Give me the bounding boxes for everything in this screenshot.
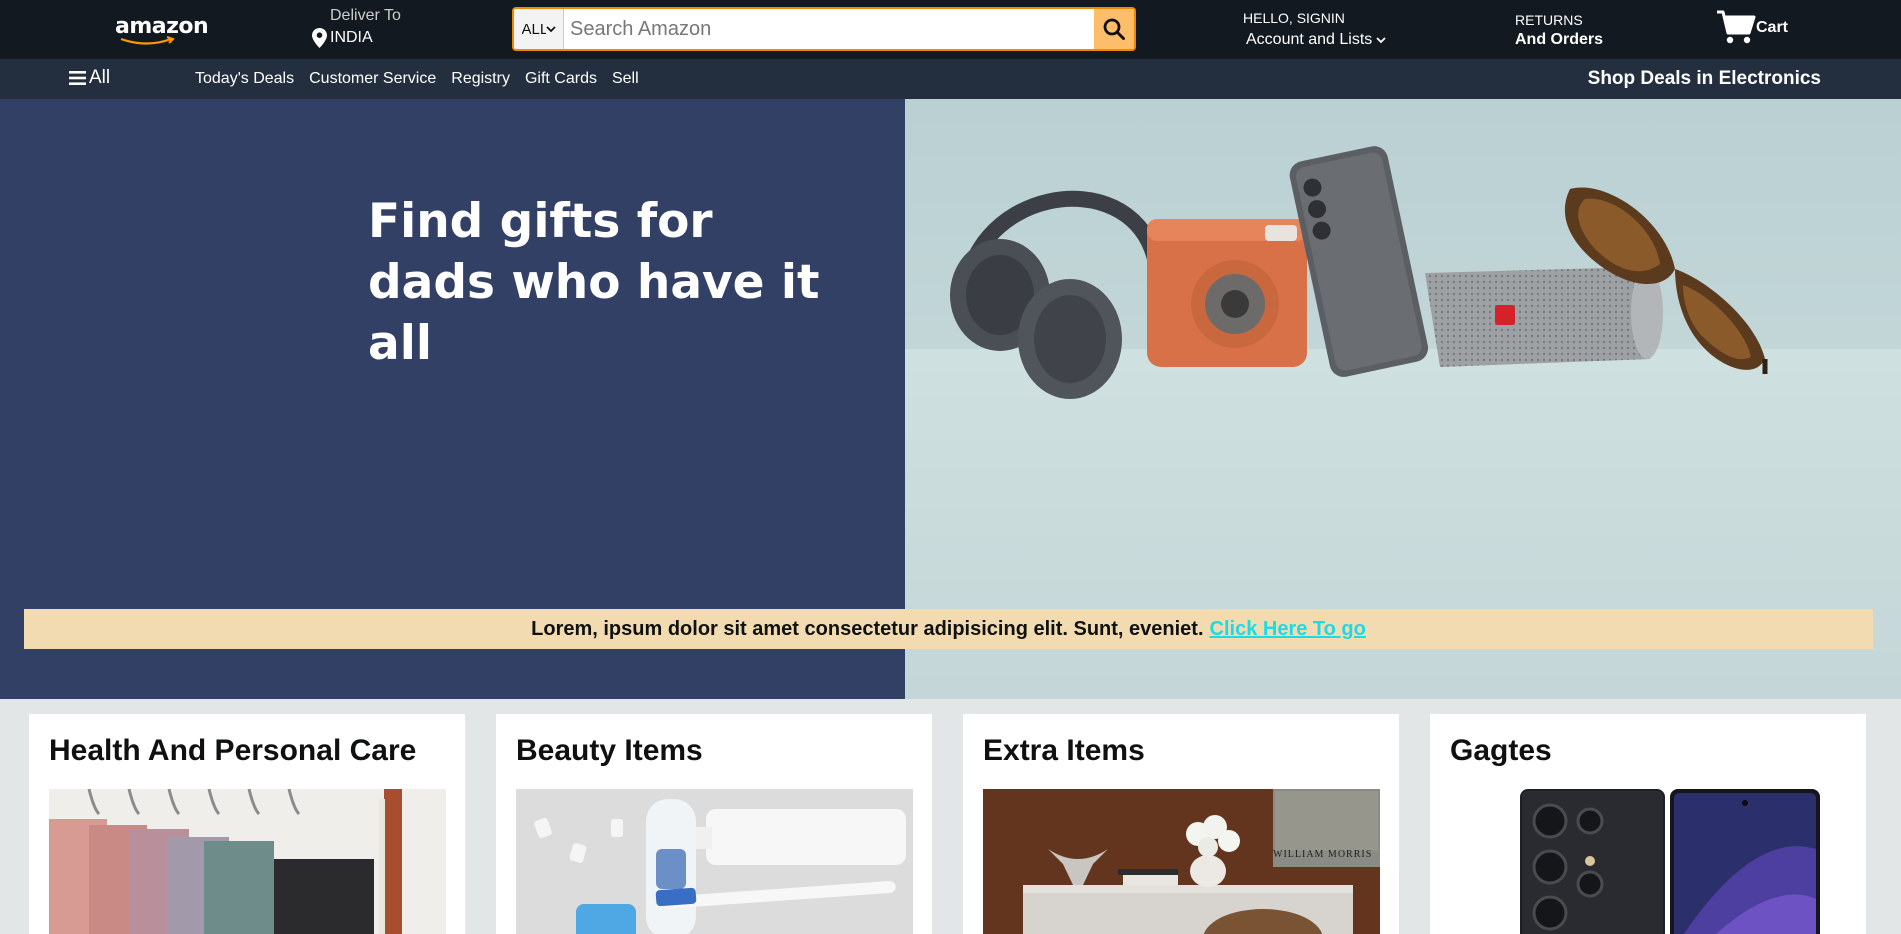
hero-title: Find gifts for dads who have it all	[368, 191, 868, 374]
search-icon	[1103, 18, 1125, 40]
chevron-down-icon	[1376, 37, 1386, 44]
promo-banner-link[interactable]: Click Here To go	[1210, 618, 1366, 641]
promo-banner-text: Lorem, ipsum dolor sit amet consectetur …	[531, 617, 1204, 640]
card-title: Beauty Items	[516, 734, 703, 767]
category-cards: Health And Personal Care Beauty Items Ex…	[29, 714, 1872, 934]
card-title: Health And Personal Care	[49, 734, 417, 767]
card-image-home-decor[interactable]: WILLIAM MORRIS	[983, 789, 1380, 934]
card-title: Extra Items	[983, 734, 1145, 767]
category-card[interactable]: Beauty Items	[496, 714, 932, 934]
search-button[interactable]	[1094, 9, 1134, 49]
all-menu-label: All	[89, 67, 111, 88]
speaker-icon	[1425, 267, 1663, 367]
returns-orders[interactable]: RETURNS And Orders	[1515, 12, 1603, 49]
subnav-links: Today's Deals Customer Service Registry …	[195, 70, 654, 88]
card-image-phone[interactable]	[1450, 789, 1847, 934]
card-title: Gagtes	[1450, 734, 1552, 767]
sub-nav: All Today's Deals Customer Service Regis…	[0, 59, 1901, 99]
hamburger-icon	[69, 71, 86, 85]
beauty-illustration	[516, 789, 913, 934]
wallets-illustration	[49, 789, 446, 934]
card-image-wallets[interactable]	[49, 789, 446, 934]
subnav-promo-link[interactable]: Shop Deals in Electronics	[1588, 68, 1821, 90]
subnav-link-registry[interactable]: Registry	[451, 70, 510, 88]
cart-label: Cart	[1756, 19, 1789, 36]
deliver-location: INDIA	[330, 29, 373, 46]
hero-title-line2: dads who have it all	[368, 255, 820, 371]
promo-banner: Lorem, ipsum dolor sit amet consectetur …	[24, 609, 1873, 649]
category-card[interactable]: Health And Personal Care	[29, 714, 465, 934]
location-pin-icon	[312, 28, 327, 48]
account-greeting: HELLO, SIGNIN	[1243, 10, 1345, 26]
image-caption: WILLIAM MORRIS	[1273, 849, 1373, 860]
cart-icon	[1717, 10, 1756, 44]
chevron-down-icon	[545, 26, 556, 33]
phone-icon	[1289, 146, 1429, 377]
home-decor-illustration	[983, 789, 1380, 934]
account-menu[interactable]: HELLO, SIGNIN Account and Lists	[1243, 10, 1387, 49]
all-menu-button[interactable]: All	[69, 67, 110, 89]
subnav-link-sell[interactable]: Sell	[612, 70, 639, 88]
deliver-to[interactable]: Deliver To INDIA	[312, 7, 401, 48]
headphones-icon	[950, 190, 1163, 399]
camera-icon	[1147, 219, 1307, 367]
cart-button[interactable]: Cart	[1716, 9, 1788, 45]
search-input[interactable]	[564, 9, 1094, 49]
search-category-select[interactable]: ALL	[514, 9, 564, 49]
subnav-link-gift-cards[interactable]: Gift Cards	[525, 70, 597, 88]
returns-label: RETURNS	[1515, 12, 1583, 28]
category-card[interactable]: Gagtes	[1430, 714, 1866, 934]
search-bar: ALL	[512, 7, 1136, 51]
top-nav: amazon Deliver To INDIA ALL	[0, 0, 1901, 59]
hero-title-line1: Find gifts for	[368, 194, 713, 249]
amazon-logo[interactable]: amazon	[115, 14, 209, 46]
card-image-beauty[interactable]	[516, 789, 913, 934]
search-category-value: ALL	[521, 20, 546, 38]
deliver-label: Deliver To	[330, 7, 401, 24]
subnav-link-customer-service[interactable]: Customer Service	[309, 70, 436, 88]
smile-arrow-icon	[120, 36, 175, 45]
category-card[interactable]: Extra Items WILLIAM MORRIS	[963, 714, 1399, 934]
orders-label: And Orders	[1515, 31, 1604, 48]
phone-illustration	[1520, 789, 1820, 934]
account-label: Account and Lists	[1246, 31, 1373, 48]
subnav-link-todays-deals[interactable]: Today's Deals	[195, 70, 294, 88]
